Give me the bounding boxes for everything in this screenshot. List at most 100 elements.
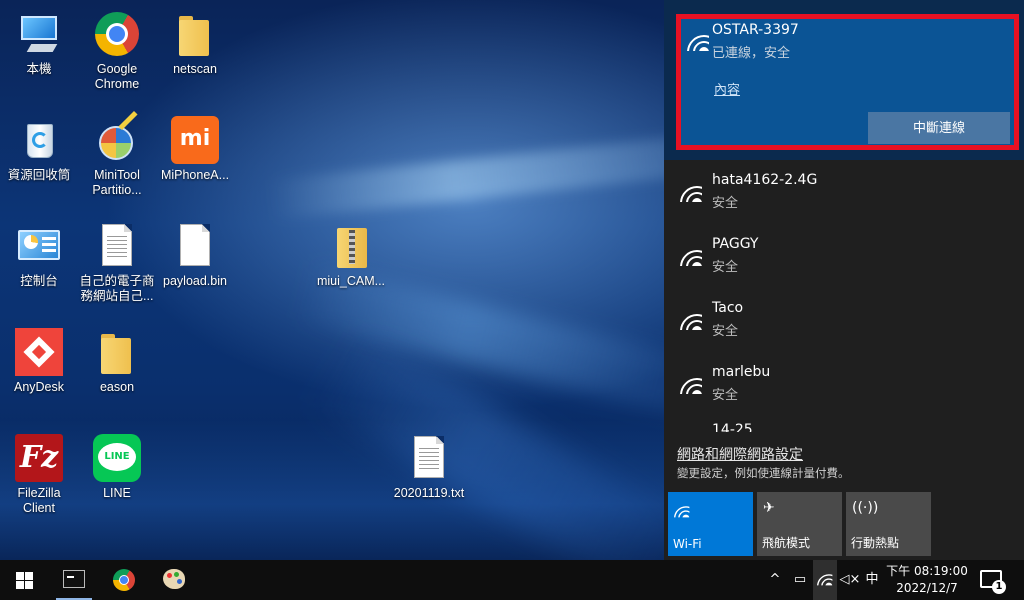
desktop-icon-label: Google Chrome xyxy=(94,62,140,91)
desktop-icon-anydesk[interactable]: AnyDesk xyxy=(0,328,78,395)
disconnect-button[interactable]: 中斷連線 xyxy=(868,112,1010,144)
wifi-signal-icon xyxy=(687,29,709,51)
desktop-icon-netscan[interactable]: netscan xyxy=(156,10,234,77)
desktop-icon-line[interactable]: LINE LINE xyxy=(78,434,156,501)
network-security: 安全 xyxy=(712,324,739,339)
network-settings-link[interactable]: 網路和網際網路設定 xyxy=(677,444,803,464)
taskbar-app-chrome[interactable] xyxy=(100,560,148,600)
system-clock[interactable]: 下午 08:19:00 2022/12/7 xyxy=(884,563,970,597)
wifi-signal-icon xyxy=(680,180,702,202)
desktop-icon-label: payload.bin xyxy=(163,274,227,288)
hotspot-icon: ((·)) xyxy=(852,500,879,516)
wifi-signal-icon xyxy=(680,308,702,330)
show-hidden-icons-chevron[interactable]: ^ xyxy=(766,560,784,600)
taskbar-app-cmd[interactable] xyxy=(50,560,98,600)
desktop-icon-label: 20201119.txt xyxy=(393,486,465,500)
desktop-icon-minitool[interactable]: MiniTool Partitio... xyxy=(78,110,156,198)
network-list-item[interactable]: Taco 安全 xyxy=(664,296,1024,360)
file-icon xyxy=(171,222,219,270)
desktop-icon-payload[interactable]: payload.bin xyxy=(156,222,234,289)
desktop-icon-label: LINE xyxy=(103,486,131,500)
desktop-icon-label: 本機 xyxy=(26,62,52,76)
network-security: 安全 xyxy=(712,196,739,211)
folder-icon xyxy=(93,328,141,376)
document-icon xyxy=(93,222,141,270)
desktop-icon-eason[interactable]: eason xyxy=(78,328,156,395)
folder-icon xyxy=(171,10,219,58)
this-pc-icon xyxy=(15,10,63,58)
desktop-icon-label: eason xyxy=(99,380,135,394)
desktop-icon-filezilla[interactable]: Fz FileZilla Client xyxy=(0,434,78,516)
input-method-indicator[interactable]: 中 xyxy=(862,560,882,600)
network-name: PAGGY xyxy=(712,236,759,252)
volume-muted-icon[interactable]: ◁× xyxy=(838,560,862,600)
recycle-bin-icon xyxy=(15,116,63,164)
airplane-icon: ✈ xyxy=(763,500,775,516)
wifi-icon xyxy=(817,570,833,586)
anydesk-icon xyxy=(15,328,63,376)
network-name: marlebu xyxy=(712,364,771,380)
desktop-icon-chrome[interactable]: Google Chrome xyxy=(78,10,156,92)
desktop-icon-label: AnyDesk xyxy=(13,380,65,394)
desktop-icon-recycle-bin[interactable]: 資源回收筒 xyxy=(0,116,78,183)
airplane-mode-label: 飛航模式 xyxy=(762,536,811,550)
cmd-icon xyxy=(63,570,85,588)
line-icon: LINE xyxy=(93,434,141,482)
desktop-icon-ecommerce-doc[interactable]: 自己的電子商務網站自己... xyxy=(78,222,156,304)
taskbar-app-paint[interactable] xyxy=(150,560,198,600)
wifi-signal-icon xyxy=(680,244,702,266)
connected-network-status: 已連線，安全 xyxy=(712,46,791,61)
notification-count-badge: 1 xyxy=(992,580,1006,594)
network-name: 14-25 xyxy=(712,422,753,432)
desktop-icon-label: miui_CAM... xyxy=(316,274,386,288)
desktop-icon-label: FileZilla Client xyxy=(17,486,61,515)
wifi-toggle-label: Wi-Fi xyxy=(673,537,702,551)
connected-network-section: OSTAR-3397 已連線，安全 內容 中斷連線 xyxy=(664,0,1024,160)
network-flyout: OSTAR-3397 已連線，安全 內容 中斷連線 hata4162-2.4G … xyxy=(664,0,1024,560)
network-list-item[interactable]: PAGGY 安全 xyxy=(664,232,1024,296)
network-security: 安全 xyxy=(712,388,739,403)
wifi-icon xyxy=(674,502,690,518)
desktop-icon-label: 控制台 xyxy=(20,274,58,288)
wallpaper-light-beam xyxy=(267,132,730,220)
mi-icon: mi xyxy=(171,116,219,164)
desktop-icon-txt-file[interactable]: 20201119.txt xyxy=(390,434,468,501)
mobile-hotspot-label: 行動熱點 xyxy=(851,536,900,550)
paint-icon xyxy=(163,569,185,589)
control-panel-icon xyxy=(15,222,63,270)
network-settings-description: 變更設定，例如使連線計量付費。 xyxy=(677,466,850,480)
clock-time: 下午 08:19:00 xyxy=(886,564,968,578)
desktop-icon-label: 自己的電子商務網站自己... xyxy=(79,274,155,303)
desktop-icon-label: MiPhoneA... xyxy=(160,168,230,182)
start-button[interactable] xyxy=(0,560,48,600)
zip-folder-icon xyxy=(327,222,375,270)
network-list-item[interactable]: marlebu 安全 xyxy=(664,360,1024,424)
desktop-icon-miui-cam[interactable]: miui_CAM... xyxy=(312,222,390,289)
desktop-icon-this-pc[interactable]: 本機 xyxy=(0,10,78,77)
flyout-bottom-section: 網路和網際網路設定 變更設定，例如使連線計量付費。 Wi-Fi ✈ 飛航模式 (… xyxy=(664,432,1024,560)
minitool-icon xyxy=(93,110,141,164)
connected-network-card[interactable]: OSTAR-3397 已連線，安全 內容 中斷連線 xyxy=(676,14,1019,150)
network-name: hata4162-2.4G xyxy=(712,172,818,188)
battery-icon[interactable]: ▭ xyxy=(788,560,812,600)
desktop-icon-miphone[interactable]: mi MiPhoneA... xyxy=(156,116,234,183)
filezilla-icon: Fz xyxy=(15,434,63,482)
clock-date: 2022/12/7 xyxy=(896,581,958,595)
wifi-signal-icon xyxy=(680,372,702,394)
network-tray-icon[interactable] xyxy=(813,560,837,600)
wifi-toggle[interactable]: Wi-Fi xyxy=(668,492,753,556)
network-name: Taco xyxy=(712,300,744,316)
desktop-icon-control-panel[interactable]: 控制台 xyxy=(0,222,78,289)
mobile-hotspot-toggle[interactable]: ((·)) 行動熱點 xyxy=(846,492,931,556)
chrome-icon xyxy=(93,10,141,58)
airplane-mode-toggle[interactable]: ✈ 飛航模式 xyxy=(757,492,842,556)
connected-network-name: OSTAR-3397 xyxy=(712,22,799,38)
network-security: 安全 xyxy=(712,260,739,275)
text-file-icon xyxy=(405,434,453,482)
desktop-icon-label: 資源回收筒 xyxy=(7,168,71,182)
taskbar: ^ ▭ ◁× 中 下午 08:19:00 2022/12/7 1 xyxy=(0,560,1024,600)
network-list-item[interactable]: hata4162-2.4G 安全 xyxy=(664,168,1024,232)
network-properties-link[interactable]: 內容 xyxy=(714,79,740,98)
network-list-item[interactable]: 14-25 xyxy=(664,416,1024,432)
chrome-icon xyxy=(113,569,135,591)
